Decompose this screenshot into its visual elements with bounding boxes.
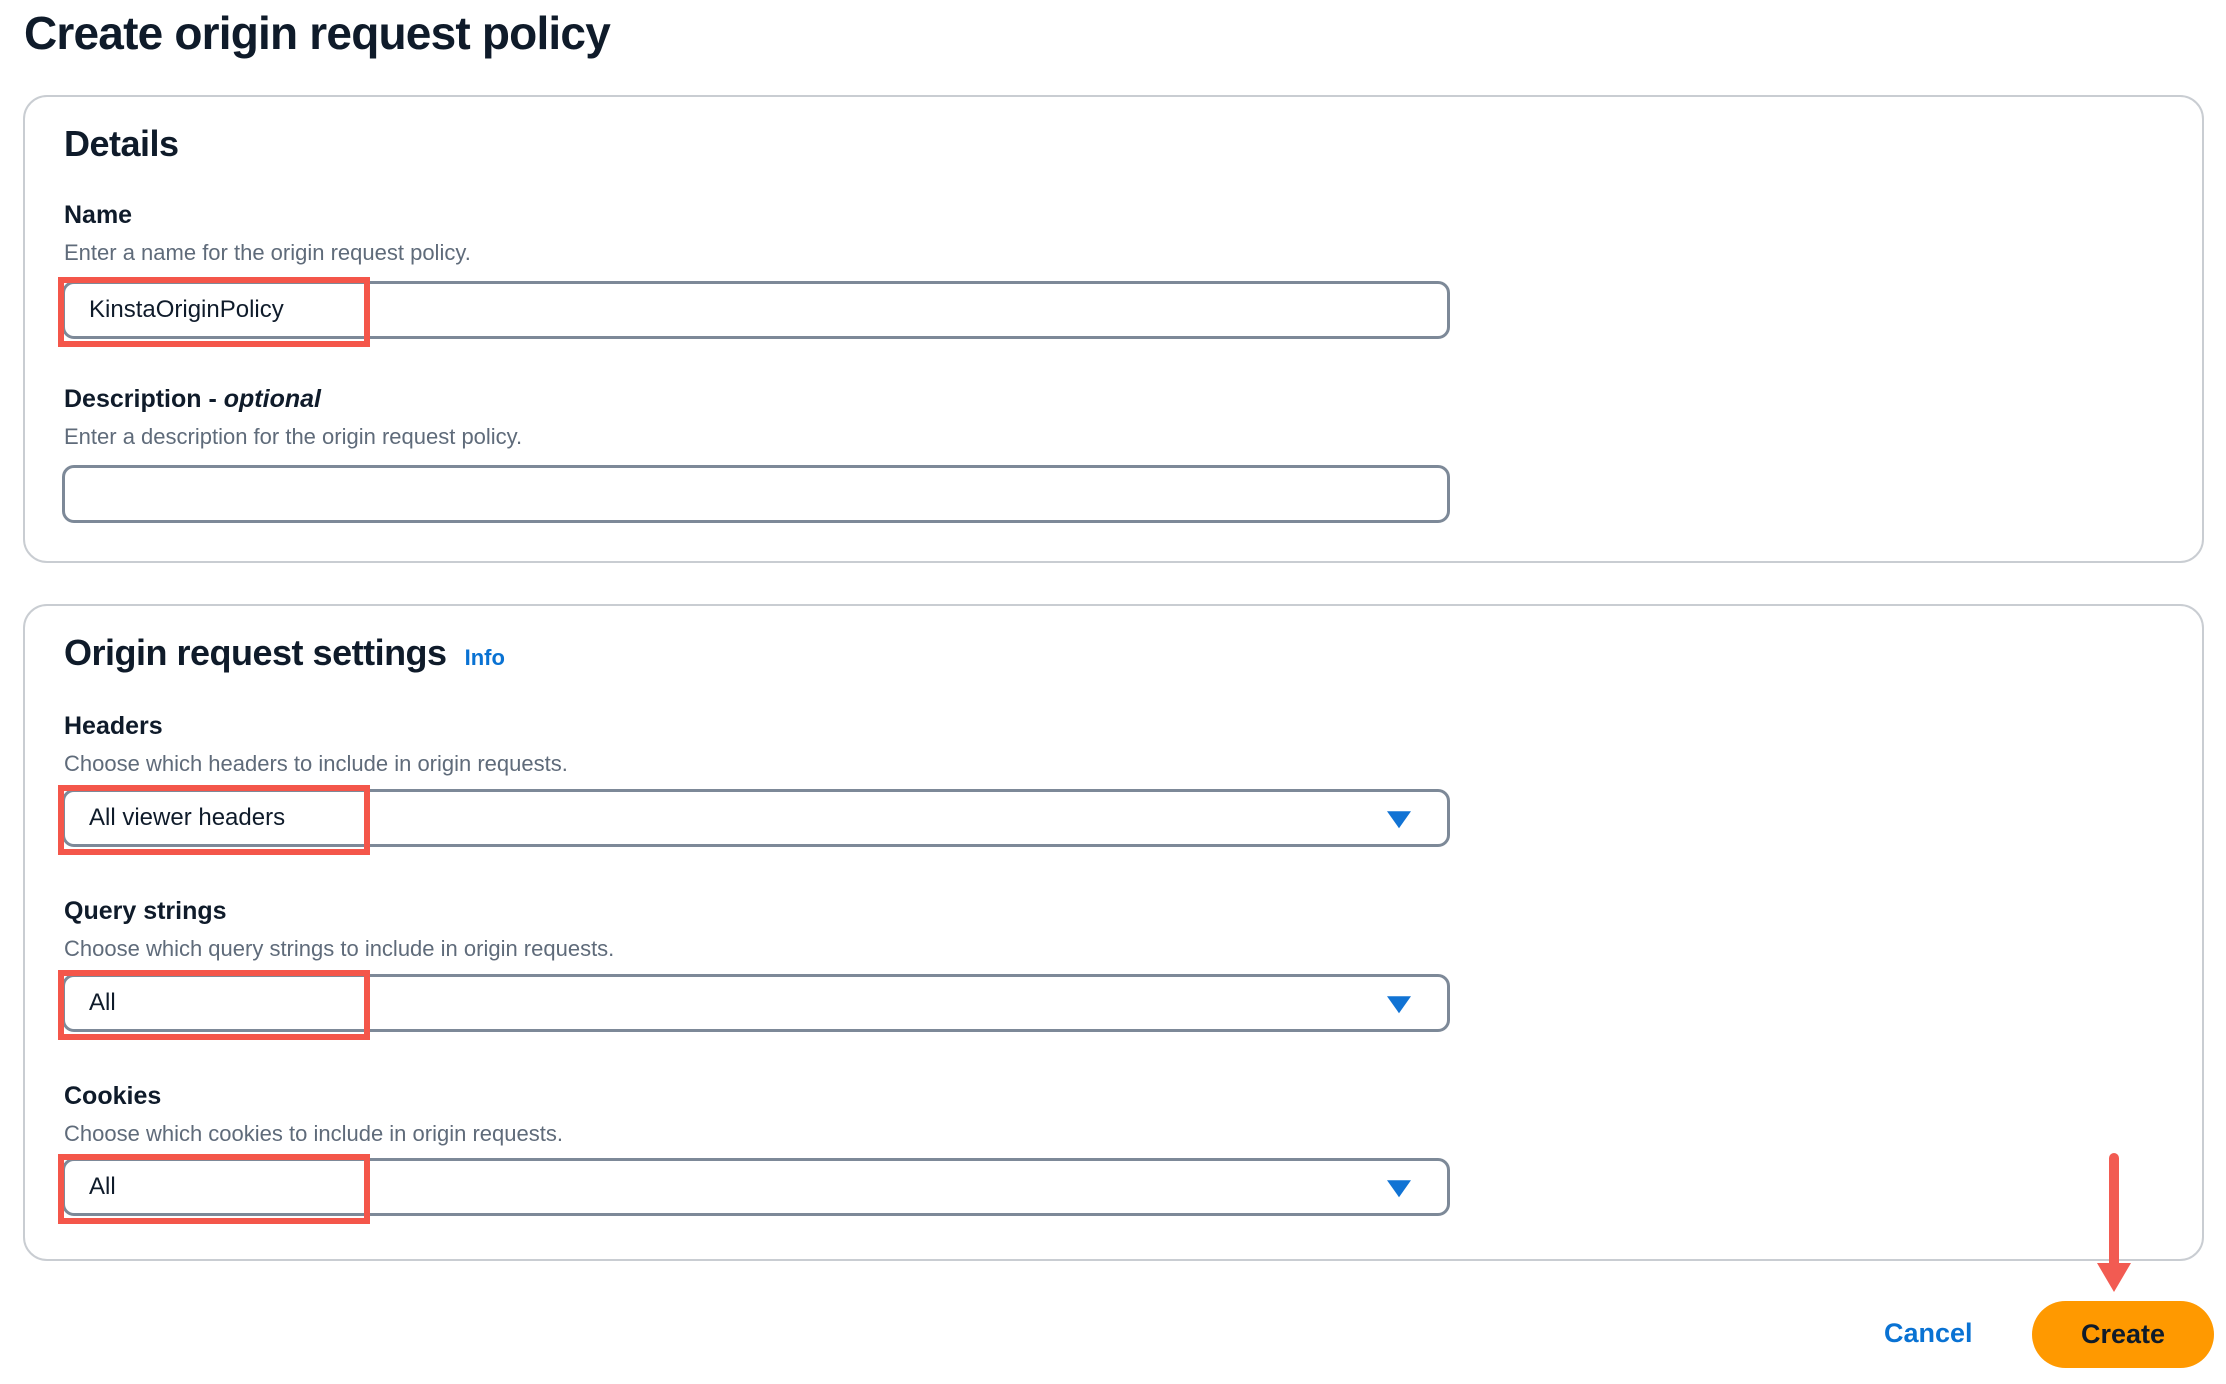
headers-select[interactable]: All viewer headers <box>62 789 1450 847</box>
page-title: Create origin request policy <box>24 6 610 60</box>
annotation-arrow-head <box>2097 1263 2131 1292</box>
origin-request-settings-card: Origin request settings Info Headers Cho… <box>23 604 2204 1261</box>
name-input[interactable] <box>62 281 1450 339</box>
query-strings-label: Query strings <box>64 897 227 926</box>
chevron-down-icon <box>1387 811 1411 828</box>
query-strings-select-value: All <box>89 989 116 1017</box>
cancel-button[interactable]: Cancel <box>1884 1318 1973 1349</box>
cookies-select[interactable]: All <box>62 1158 1450 1216</box>
settings-heading-row: Origin request settings Info <box>64 632 505 674</box>
query-strings-hint: Choose which query strings to include in… <box>64 936 614 962</box>
info-link[interactable]: Info <box>465 645 505 671</box>
query-strings-select[interactable]: All <box>62 974 1450 1032</box>
headers-label: Headers <box>64 712 163 741</box>
description-input[interactable] <box>62 465 1450 523</box>
name-hint: Enter a name for the origin request poli… <box>64 240 471 266</box>
cookies-select-value: All <box>89 1173 116 1201</box>
cookies-hint: Choose which cookies to include in origi… <box>64 1121 563 1147</box>
settings-heading: Origin request settings <box>64 632 447 674</box>
cookies-label: Cookies <box>64 1082 161 1111</box>
headers-select-value: All viewer headers <box>89 804 285 832</box>
optional-suffix: optional <box>224 385 321 413</box>
chevron-down-icon <box>1387 996 1411 1013</box>
create-button[interactable]: Create <box>2032 1301 2214 1368</box>
headers-hint: Choose which headers to include in origi… <box>64 751 568 777</box>
details-heading: Details <box>64 123 179 165</box>
name-label: Name <box>64 201 132 230</box>
annotation-arrow-line <box>2109 1153 2119 1265</box>
details-card: Details Name Enter a name for the origin… <box>23 95 2204 563</box>
description-hint: Enter a description for the origin reque… <box>64 424 522 450</box>
description-label: Description - optional <box>64 385 321 414</box>
chevron-down-icon <box>1387 1180 1411 1197</box>
